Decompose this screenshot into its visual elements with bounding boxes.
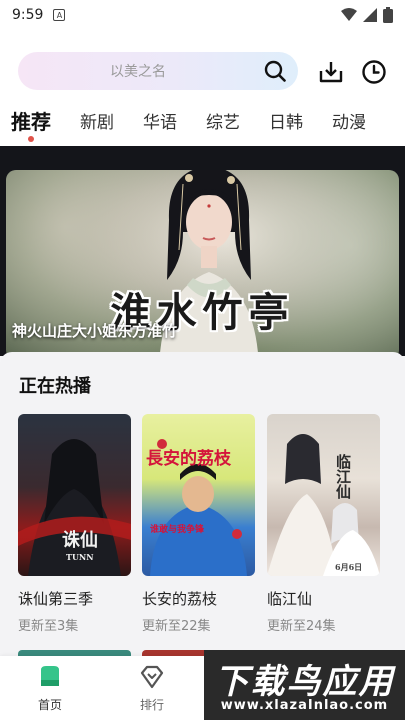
show-poster: 長安的荔枝 谁敢与我争锋 bbox=[142, 414, 255, 576]
watermark-url-text: www.xlazaInlao.com bbox=[220, 698, 389, 713]
search-icon[interactable] bbox=[264, 60, 286, 82]
show-title: 长安的荔枝 bbox=[142, 590, 218, 608]
show-card[interactable]: 诛仙 TUNN 诛仙第三季 更新至3集 bbox=[18, 414, 131, 634]
show-poster: 临江仙 6月6日 bbox=[267, 414, 380, 576]
poster-sub-text: 6月6日 bbox=[335, 562, 363, 572]
show-card[interactable]: 临江仙 6月6日 临江仙 更新至24集 bbox=[267, 414, 380, 634]
search-bar[interactable]: 以美之名 bbox=[18, 52, 298, 90]
tab-variety[interactable]: 综艺 bbox=[206, 108, 240, 133]
tab-anime[interactable]: 动漫 bbox=[332, 108, 366, 133]
tab-new-drama[interactable]: 新剧 bbox=[80, 108, 114, 133]
nav-ranking-label: 排行 bbox=[139, 698, 164, 712]
download-icon[interactable] bbox=[318, 59, 344, 85]
poster-title-text: 長安的荔枝 bbox=[146, 449, 231, 469]
tab-label: 推荐 bbox=[11, 109, 51, 134]
show-title: 诛仙第三季 bbox=[18, 590, 94, 608]
tab-chinese[interactable]: 华语 bbox=[143, 108, 177, 133]
poster-sub-text: TUNN bbox=[66, 552, 94, 562]
active-tab-indicator bbox=[28, 135, 34, 142]
poster-title-text: 临江仙 bbox=[334, 454, 352, 499]
show-update-status: 更新至22集 bbox=[142, 619, 211, 634]
poster-art bbox=[150, 439, 247, 576]
tab-japan-korea[interactable]: 日韩 bbox=[269, 108, 303, 133]
poster-title-text: 诛仙 bbox=[62, 530, 98, 551]
history-icon[interactable] bbox=[361, 59, 387, 85]
show-card[interactable]: 長安的荔枝 谁敢与我争锋 长安的荔枝 更新至22集 bbox=[142, 414, 255, 634]
now-playing-section: 正在热播 诛仙 TUNN 诛仙第三季 更新至3集 長安的荔枝 谁敢与我争锋 长安… bbox=[0, 352, 405, 660]
search-placeholder: 以美之名 bbox=[110, 64, 166, 80]
banner-caption: 神火山庄大小姐东方淮竹 bbox=[12, 322, 178, 340]
watermark-main-text: 下载鸟应用 bbox=[214, 662, 395, 702]
status-bar: 9:59 A bbox=[0, 0, 405, 30]
banner-card[interactable]: 淮水竹亭 神火山庄大小姐东方淮竹 bbox=[6, 170, 399, 360]
diamond-icon bbox=[140, 665, 164, 689]
show-update-status: 更新至3集 bbox=[18, 619, 79, 634]
wifi-icon bbox=[341, 8, 357, 21]
show-update-status: 更新至24集 bbox=[267, 619, 336, 634]
notification-icon: A bbox=[53, 9, 66, 21]
header: 以美之名 推荐 新剧 华语 综艺 日韩 动漫 bbox=[0, 30, 405, 146]
category-tabs: 推荐 新剧 华语 综艺 日韩 动漫 bbox=[0, 102, 405, 142]
nav-home[interactable]: 首页 bbox=[5, 656, 95, 720]
nav-home-label: 首页 bbox=[37, 698, 62, 712]
status-icons bbox=[341, 7, 393, 23]
app-screen: 9:59 A 以美之名 推荐 新剧 华语 综艺 日韩 动漫 淮水竹亭 神火山庄大… bbox=[0, 0, 405, 720]
watermark: 下载鸟应用 www.xlazaInlao.com bbox=[204, 650, 405, 720]
poster-art bbox=[267, 434, 380, 576]
tab-recommend[interactable]: 推荐 bbox=[11, 106, 51, 142]
status-time: 9:59 bbox=[12, 7, 44, 23]
poster-sub-text: 谁敢与我争锋 bbox=[150, 525, 205, 535]
show-title: 临江仙 bbox=[267, 590, 313, 608]
battery-icon bbox=[383, 7, 393, 23]
banner-area: 淮水竹亭 神火山庄大小姐东方淮竹 bbox=[0, 146, 405, 360]
section-title: 正在热播 bbox=[19, 376, 91, 397]
cellular-icon bbox=[363, 8, 377, 22]
home-icon bbox=[41, 666, 59, 686]
nav-ranking[interactable]: 排行 bbox=[107, 656, 197, 720]
show-poster: 诛仙 TUNN bbox=[18, 414, 131, 576]
